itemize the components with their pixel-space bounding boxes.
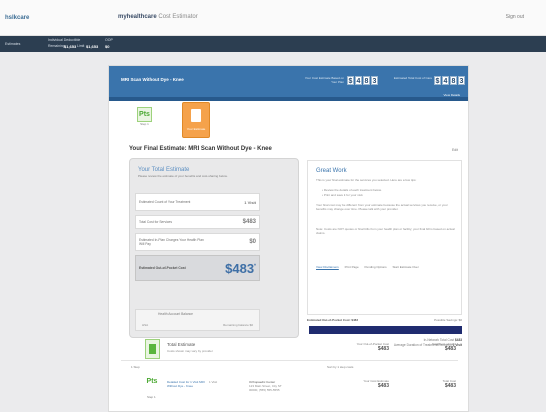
estimate-row-value: $483	[242, 219, 256, 225]
estimate-total-value: $483*	[225, 261, 256, 276]
estimate-row-label: Estimated In-Plan Charges Your Health Pl…	[139, 238, 204, 246]
total-estimate-heading: Your Total Estimate	[138, 167, 190, 173]
odometer-2-label: Estimated Total Cost of Care	[393, 76, 432, 80]
estimate-total-amount: $483	[225, 260, 255, 276]
procedure-detail-link[interactable]: Detailed Cost for 1 Visit MRI Without Dy…	[167, 380, 207, 388]
deductible-label: Individual Deductible	[48, 38, 81, 42]
visit-count: 1 Visit	[209, 380, 218, 384]
cost-col-value: $483	[444, 346, 456, 352]
health-account-box: Health Account Balance HSA Remaining bal…	[135, 309, 260, 331]
edit-link[interactable]: Edit	[452, 148, 458, 152]
pts-icon: Pts	[137, 107, 152, 122]
remaining-label: Remaining	[48, 44, 65, 48]
estimate-total-label: Estimated Out-of-Pocket Cost	[139, 266, 186, 270]
odometer-digit: $	[434, 76, 441, 85]
view-disclaimers-link[interactable]: View Disclaimers	[316, 265, 339, 269]
estimate-row-label: Total Cost for Services	[139, 220, 172, 224]
cost-col-value: $483	[444, 383, 456, 389]
oop-label: OOP	[105, 38, 113, 42]
estimates-menu[interactable]: Estimates	[5, 42, 20, 46]
great-work-tip: • Review the details of each treatment b…	[322, 188, 382, 192]
odometer-digit: 8	[363, 76, 370, 85]
provider-info: Orthopaedic Center 123 Main Street, City…	[249, 380, 289, 392]
great-work-intro: This is your final estimate for the serv…	[316, 178, 417, 182]
oop-value: $0	[105, 44, 110, 49]
estimate-rows: Estimated Count of Your Treatment 1 Visi…	[135, 193, 260, 285]
final-estimate-title: Your Final Estimate: MRI Scan Without Dy…	[129, 146, 272, 152]
app-title-brand: myhealthcare	[118, 14, 157, 20]
out-of-pocket-column: Your Out-of-Pocket Cost $483	[339, 342, 389, 352]
print-page-link[interactable]: Print Page	[345, 265, 359, 269]
start-over-link[interactable]: Start Estimate Over	[393, 265, 419, 269]
estimate-total-row: Estimated Out-of-Pocket Cost $483*	[135, 255, 260, 281]
estimate-row-label: Estimated Count of Your Treatment	[139, 200, 191, 204]
app-title-rest: Cost Estimator	[158, 14, 198, 20]
pts-icon: Pts	[146, 378, 158, 385]
estimate-row-value: 1 Visit	[244, 199, 256, 205]
great-work-note: Your final cost may be different from yo…	[316, 203, 448, 211]
great-work-disclaimer: Note: Costs are NOT quotes or final bill…	[316, 227, 455, 235]
total-estimate-icon	[145, 339, 160, 359]
your-estimate-label: Your Estimate	[186, 127, 206, 131]
odometer-2: $ 4 8 3	[434, 76, 465, 85]
odometer-digit: 3	[371, 76, 378, 85]
great-work-links: View Disclaimers Print Page Pending Opti…	[316, 265, 424, 269]
estimate-row-value: $0	[249, 239, 256, 245]
step-count-label: 1 Step	[131, 365, 140, 369]
your-estimate-tab[interactable]: Your Estimate	[182, 102, 210, 138]
step-1-label: Step 1	[140, 122, 149, 126]
odometer-digit: 8	[450, 76, 457, 85]
estimate-card: MRI Scan Without Dye - Knee Your Cost Es…	[108, 65, 469, 412]
app-title: myhealthcare Cost Estimator	[118, 14, 198, 20]
possible-savings: Possible Savings: $0	[434, 318, 462, 322]
estimate-row: Estimated In-Plan Charges Your Health Pl…	[135, 233, 260, 251]
divider	[121, 360, 458, 361]
odometer-digit: 4	[442, 76, 449, 85]
brand-logo[interactable]: hslkcare	[5, 15, 29, 21]
document-icon	[191, 109, 201, 122]
remaining-value: $1,653	[64, 44, 77, 49]
odometer-1: $ 4 8 3	[347, 76, 378, 85]
health-account-type: HSA	[142, 323, 149, 327]
account-info-bar: Estimates Individual Deductible Remainin…	[0, 36, 546, 52]
savings-label: Estimated Out-of-Pocket Cost: $483	[307, 318, 359, 322]
odometer-digit: 4	[355, 76, 362, 85]
provider-address: 123 Main Street, City ST 00000, (555) 55…	[249, 384, 282, 392]
sign-out-link[interactable]: Sign out	[506, 14, 524, 20]
great-work-heading: Great Work	[316, 168, 347, 174]
total-estimate-sub: Costs shown may vary by provider	[167, 349, 213, 353]
cost-col-value: $483	[377, 346, 389, 352]
estimate-total-suffix: *	[254, 263, 256, 270]
savings-summary: Estimated Out-of-Pocket Cost: $483 Possi…	[307, 317, 462, 325]
total-cost-column: Total Cost of Care $483	[404, 342, 456, 352]
total-estimate-subtext: Please review the estimate of your benef…	[138, 174, 228, 178]
great-work-panel: Great Work This is your final estimate f…	[307, 160, 462, 315]
limit-label: Limit	[77, 44, 85, 48]
view-details-link[interactable]: View Details	[444, 93, 460, 97]
step-1-label: Step 1	[147, 395, 156, 399]
limit-value: $1,653	[86, 44, 99, 49]
cost-comparison-bar	[309, 326, 462, 334]
great-work-tip: • Print and save it for your visit.	[322, 193, 364, 197]
cost-col-value: $483	[377, 383, 389, 389]
pending-options-link[interactable]: Pending Options	[365, 265, 387, 269]
total-estimate-title: Total Estimate	[167, 342, 196, 347]
odometer-digit: 3	[458, 76, 465, 85]
sort-label[interactable]: Sort by 1 step costs	[327, 365, 353, 369]
estimate-row: Total Cost for Services $483	[135, 215, 260, 229]
health-account-balance: Remaining balance $0	[223, 323, 253, 327]
top-header: hslkcare myhealthcare Cost Estimator Sig…	[0, 0, 546, 36]
card-header: MRI Scan Without Dye - Knee Your Cost Es…	[109, 66, 468, 101]
step-1-tab[interactable]: Pts Step 1	[137, 107, 152, 137]
estimate-row: Estimated Count of Your Treatment 1 Visi…	[135, 193, 260, 211]
provider-cost-column: Your Cost Estimate $483	[339, 379, 389, 389]
odometer-digit: $	[347, 76, 354, 85]
total-estimate-box: Your Total Estimate Please review the es…	[129, 158, 299, 338]
odometer-1-label: Your Cost Estimate Based on Your Plan	[304, 76, 344, 84]
provider-total-column: Total Cost $483	[404, 379, 456, 389]
health-account-heading: Health Account Balance	[158, 312, 194, 316]
procedure-title: MRI Scan Without Dye - Knee	[121, 77, 184, 82]
